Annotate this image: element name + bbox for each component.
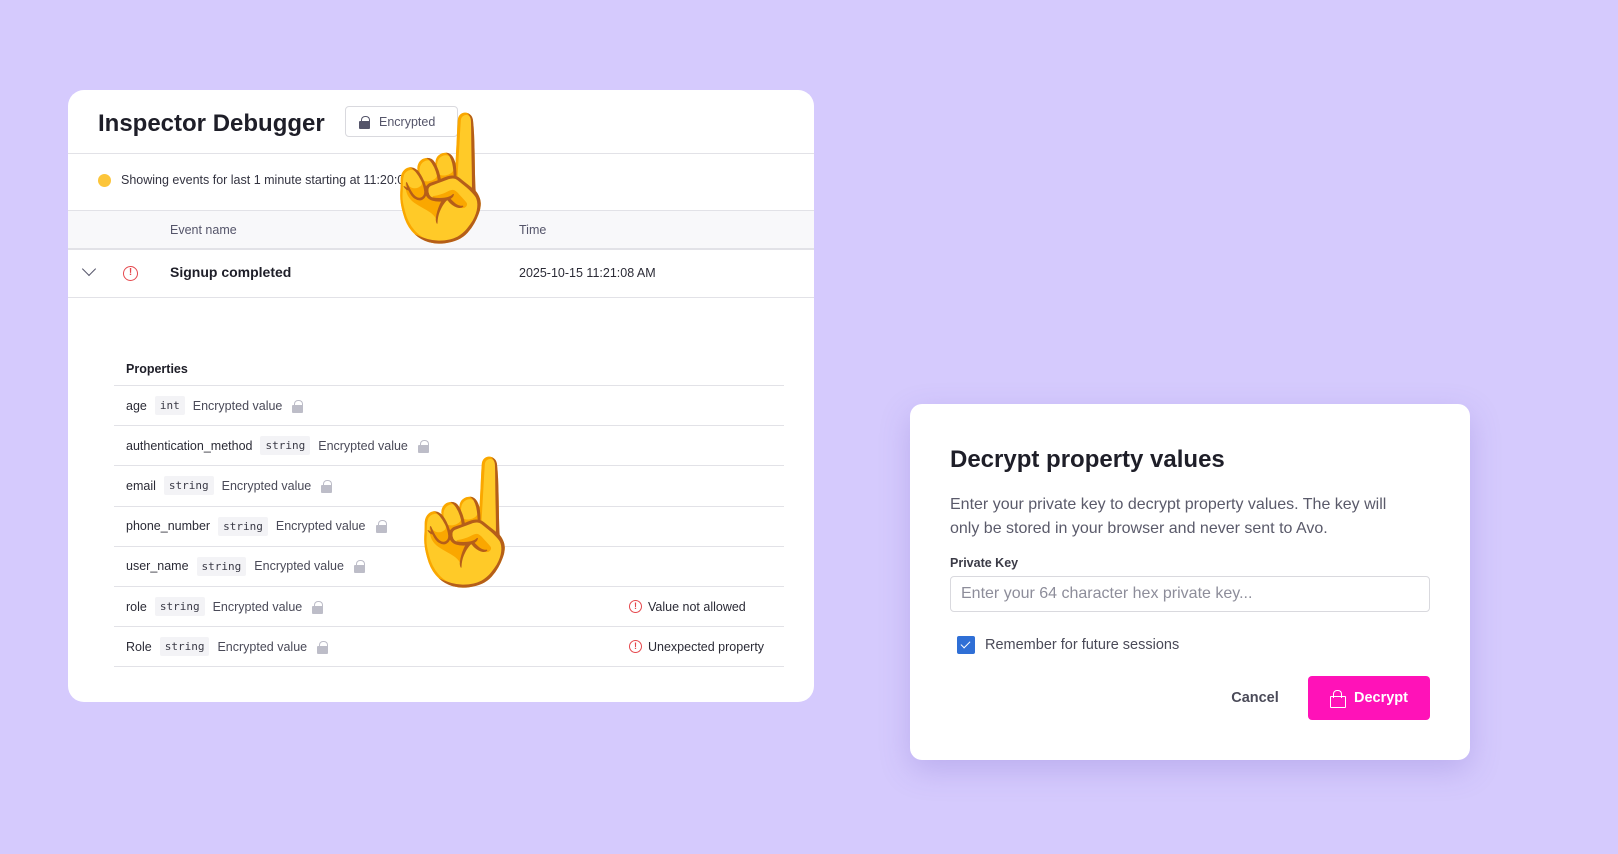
properties-list: age int Encrypted value authentication_meth… (114, 385, 784, 668)
property-name: phone_number (126, 519, 211, 534)
alert-circle-icon: ! (629, 640, 642, 654)
remember-checkbox[interactable] (957, 636, 975, 654)
property-type: string (163, 476, 214, 496)
property-type: string (260, 436, 311, 456)
column-event-name: Event name (170, 223, 237, 237)
error-text: Unexpected property (648, 639, 765, 654)
properties-label: Properties (126, 362, 188, 376)
lock-icon (359, 115, 370, 129)
table-header: Event name Time (68, 210, 814, 250)
property-value: Encrypted value (275, 519, 366, 534)
property-type: string (159, 637, 210, 657)
error-text: Value not allowed (648, 599, 746, 614)
property-row: Role string Encrypted value! Unexpected pro… (114, 627, 784, 668)
chevron-down-icon[interactable] (81, 261, 97, 277)
property-value: Encrypted value (217, 639, 308, 654)
lock-icon (375, 520, 387, 534)
property-name: user_name (126, 559, 189, 574)
remember-label: Remember for future sessions (985, 637, 1180, 653)
property-type: string (154, 597, 205, 617)
property-name: authentication_method (126, 438, 253, 453)
status-text: Showing events for last 1 minute startin… (121, 173, 433, 187)
property-value: Encrypted value (212, 599, 303, 614)
property-row: role string Encrypted value! Value not allo… (114, 587, 784, 628)
page-title: Inspector Debugger (98, 110, 325, 137)
property-row: age int Encrypted value (114, 386, 784, 427)
status-info: Showing events for last 1 minute startin… (98, 173, 433, 187)
unlock-icon (1330, 690, 1346, 708)
property-type: int (154, 396, 185, 416)
lock-icon (417, 439, 429, 453)
property-name: Role (126, 639, 152, 654)
lock-icon (321, 479, 333, 493)
property-row: authentication_method string Encrypted val… (114, 426, 784, 467)
divider (68, 153, 814, 154)
decrypt-dialog: Decrypt property values Enter your priva… (910, 404, 1470, 760)
property-name: age (126, 398, 147, 413)
property-value: Encrypted value (254, 559, 344, 574)
property-row: email string Encrypted value (114, 466, 784, 507)
event-time: 2025-10-15 11:21:08 AM (519, 266, 656, 280)
property-value: Encrypted value (192, 398, 283, 413)
property-row: user_name string Encrypted value (114, 547, 784, 587)
event-name: Signup completed (170, 264, 292, 280)
property-type: string (218, 516, 268, 536)
status-dot (98, 173, 111, 187)
alert-circle-icon: ! (123, 266, 138, 281)
encrypted-badge[interactable]: Encrypted (345, 106, 458, 137)
private-key-input[interactable] (950, 576, 1430, 612)
property-error: ! Value not allowed (629, 600, 746, 614)
alert-circle-icon: ! (629, 600, 642, 614)
property-error: ! Unexpected property (629, 640, 764, 654)
lock-icon (292, 399, 304, 413)
decrypt-button[interactable]: Decrypt (1308, 676, 1430, 720)
property-row: phone_number string Encrypted value (114, 507, 784, 547)
property-value: Encrypted value (318, 438, 408, 453)
dialog-description: Enter your private key to decrypt proper… (950, 496, 1387, 537)
cancel-button[interactable]: Cancel (1222, 676, 1288, 720)
column-time: Time (519, 223, 547, 237)
property-name: role (126, 599, 147, 614)
property-name: email (126, 478, 156, 493)
dialog-title: Decrypt property values (950, 446, 1225, 473)
property-type: string (196, 556, 247, 576)
lock-icon (353, 560, 365, 574)
event-row[interactable]: ! Signup completed 2025-10-15 11:21:08 A… (68, 250, 814, 298)
lock-icon (312, 600, 324, 614)
inspector-debugger-panel: Inspector Debugger Encrypted Showing eve… (68, 90, 814, 702)
property-value: Encrypted value (221, 478, 312, 493)
lock-icon (317, 640, 329, 654)
decrypt-label: Decrypt (1354, 690, 1408, 706)
badge-label: Encrypted (379, 114, 436, 129)
remember-checkbox-row[interactable]: Remember for future sessions (957, 636, 1179, 654)
private-key-label: Private Key (950, 556, 1019, 570)
